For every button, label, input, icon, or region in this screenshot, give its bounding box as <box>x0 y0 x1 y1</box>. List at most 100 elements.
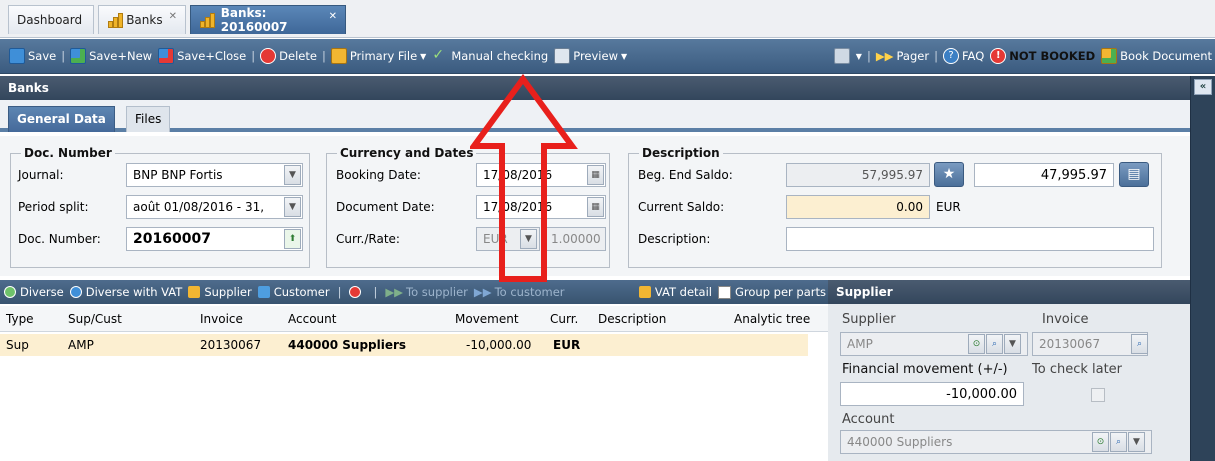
column-header[interactable]: Description <box>598 312 666 326</box>
collapse-icon[interactable]: « <box>1194 79 1212 95</box>
check-later-checkbox[interactable] <box>1091 388 1105 402</box>
tab-dashboard[interactable]: Dashboard <box>8 5 94 34</box>
tab-files[interactable]: Files <box>126 106 171 132</box>
supplier-button[interactable]: Supplier <box>188 285 252 299</box>
banks-icon <box>107 12 123 28</box>
tab-general-data[interactable]: General Data <box>8 106 115 132</box>
forward-icon: ▶▶ <box>473 285 492 299</box>
group-per-parts-checkbox[interactable]: Group per parts <box>717 285 826 299</box>
grid-toolbar: Diverse Diverse with VAT Supplier Custom… <box>0 280 828 304</box>
cell-supcust: AMP <box>68 338 94 352</box>
account-label: Account <box>842 412 895 427</box>
diverse-vat-button[interactable]: Diverse with VAT <box>69 285 182 299</box>
period-select[interactable]: août 01/08/2016 - 31, <box>126 195 303 219</box>
search-icon[interactable]: ⌕ <box>1110 432 1127 452</box>
column-header[interactable]: Sup/Cust <box>68 312 122 326</box>
add-icon <box>4 286 16 298</box>
open-icon[interactable]: ⊙ <box>968 334 985 354</box>
layout-menu-button[interactable]: ▼ <box>831 44 865 68</box>
forward-icon: ▶▶ <box>875 49 894 63</box>
folder-icon <box>330 48 347 64</box>
tab-label: Banks <box>126 13 163 27</box>
cell-account: 440000 Suppliers <box>288 338 407 352</box>
primary-file-button[interactable]: Primary File ▼ <box>328 44 430 68</box>
delete-icon <box>349 286 362 298</box>
form-area: Doc. Number Journal: BNP BNP Fortis ▼ Pe… <box>0 136 1190 276</box>
column-header[interactable]: Type <box>6 312 34 326</box>
movement-label: Financial movement (+/-) <box>842 362 1008 377</box>
diverse-button[interactable]: Diverse <box>4 285 64 299</box>
book-icon <box>1101 48 1118 64</box>
saldo-label: Beg. End Saldo: <box>638 168 733 182</box>
panel-title: Banks <box>0 76 1190 100</box>
column-header[interactable]: Account <box>288 312 336 326</box>
end-saldo-field[interactable]: 47,995.97 <box>974 163 1114 187</box>
help-icon: ? <box>942 48 959 64</box>
save-button[interactable]: Save <box>6 44 59 68</box>
description-label: Description: <box>638 232 711 246</box>
separator: | <box>866 49 871 63</box>
group-title: Currency and Dates <box>340 146 474 160</box>
separator: | <box>61 49 66 63</box>
cell-invoice: 20130067 <box>200 338 262 352</box>
chevron-down-icon: ▼ <box>855 51 862 61</box>
chevron-down-icon[interactable]: ▼ <box>1004 334 1021 354</box>
add-icon <box>69 286 82 298</box>
manual-checking-button[interactable]: ✓ Manual checking <box>429 44 551 68</box>
pager-button[interactable]: ▶▶ Pager <box>873 44 932 68</box>
calendar-icon[interactable]: ▦ <box>587 165 604 185</box>
column-header[interactable]: Invoice <box>200 312 243 326</box>
checkbox[interactable] <box>717 285 731 299</box>
vat-detail-button[interactable]: VAT detail <box>638 285 712 299</box>
separator: | <box>251 49 256 63</box>
journal-label: Journal: <box>18 168 64 182</box>
column-header[interactable]: Movement <box>455 312 519 326</box>
table-row[interactable]: Sup AMP 20130067 440000 Suppliers -10,00… <box>0 334 808 356</box>
preview-button[interactable]: Preview ▼ <box>551 44 630 68</box>
supplier-label: Supplier <box>842 312 896 327</box>
docnum-field[interactable]: 20160007 <box>126 227 303 251</box>
cell-currency: EUR <box>553 338 581 352</box>
column-header[interactable]: Curr. <box>550 312 578 326</box>
search-icon[interactable]: ⌕ <box>986 334 1003 354</box>
delete-button[interactable]: Delete <box>257 44 320 68</box>
book-document-button[interactable]: Book Document <box>1098 44 1215 68</box>
customer-button[interactable]: Customer <box>257 285 330 299</box>
save-close-button[interactable]: Save+Close <box>155 44 249 68</box>
search-icon[interactable]: ⌕ <box>1131 334 1148 354</box>
tab-label: Dashboard <box>17 13 83 27</box>
chevron-down-icon[interactable]: ▼ <box>1128 432 1145 452</box>
chevron-down-icon[interactable]: ▼ <box>284 197 301 217</box>
tab-banks[interactable]: Banks ✕ <box>98 5 186 34</box>
remove-row-button[interactable] <box>349 286 365 298</box>
banks-icon <box>199 12 215 28</box>
journal-select[interactable]: BNP BNP Fortis <box>126 163 303 187</box>
current-saldo-field: 0.00 <box>786 195 930 219</box>
chevron-down-icon: ▼ <box>620 51 628 61</box>
save-new-button[interactable]: Save+New <box>67 44 155 68</box>
movement-field[interactable]: -10,000.00 <box>840 382 1024 406</box>
customer-icon <box>257 286 270 298</box>
separator: | <box>321 49 326 63</box>
faq-button[interactable]: ? FAQ <box>940 44 987 68</box>
main-toolbar: Save | Save+New Save+Close | Delete | Pr… <box>0 39 1215 74</box>
close-icon[interactable]: ✕ <box>169 11 177 22</box>
cell-type: Sup <box>6 338 29 352</box>
tab-banks-document[interactable]: Banks: 20160007 ✕ <box>190 5 346 34</box>
refresh-icon[interactable]: ⬆ <box>284 229 301 249</box>
calculator-icon[interactable]: ▤ <box>1119 162 1149 187</box>
to-customer-button[interactable]: ▶▶ To customer <box>474 285 565 299</box>
close-icon[interactable]: ✕ <box>329 11 337 22</box>
tab-strip: Dashboard Banks ✕ Banks: 20160007 ✕ <box>0 0 1215 38</box>
chevron-down-icon[interactable]: ▼ <box>284 165 301 185</box>
rate-label: Curr./Rate: <box>336 232 400 246</box>
calendar-icon[interactable]: ▦ <box>587 197 604 217</box>
description-field[interactable] <box>786 227 1154 251</box>
collapsed-sidebar: « <box>1190 76 1215 461</box>
star-icon[interactable]: ★ <box>934 162 964 187</box>
column-header[interactable]: Analytic tree <box>734 312 810 326</box>
booking-date-label: Booking Date: <box>336 168 421 182</box>
layout-icon <box>833 48 850 64</box>
open-icon[interactable]: ⊙ <box>1092 432 1109 452</box>
to-supplier-button[interactable]: ▶▶ To supplier <box>385 285 468 299</box>
